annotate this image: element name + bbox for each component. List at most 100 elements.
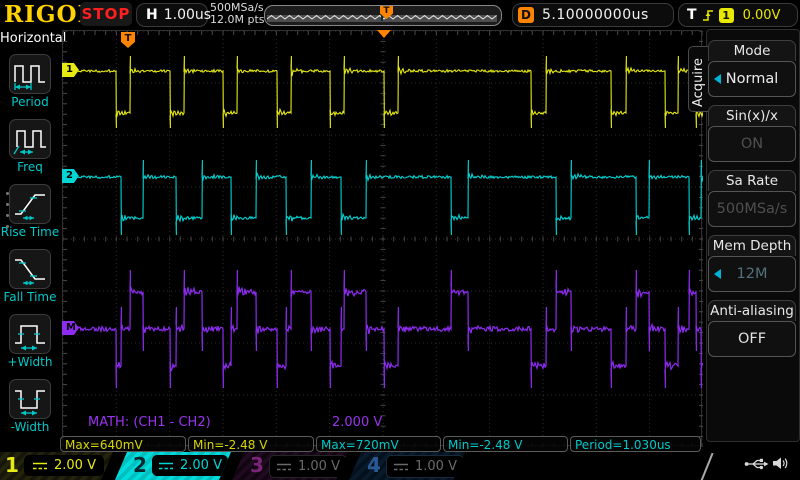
nwidth-label: -Width: [0, 420, 60, 434]
delay-label: D: [518, 7, 534, 23]
dc-coupling-icon: [276, 462, 292, 472]
mem-depth-value-button[interactable]: 12M: [708, 256, 796, 292]
menu-item-anti-aliasing[interactable]: Anti-aliasing OFF: [708, 300, 796, 357]
fall-time-button[interactable]: [9, 249, 51, 289]
channel-1-scale-box[interactable]: 2.00 V: [24, 455, 104, 476]
mode-value: Normal: [726, 71, 778, 87]
graticule: [62, 30, 702, 446]
dc-coupling-icon: [158, 461, 174, 471]
measure-item-nwidth[interactable]: -Width: [0, 379, 60, 434]
channel-3-scale: 1.00 V: [298, 459, 340, 474]
fall-time-icon: [12, 252, 48, 286]
menu-page-dot: [6, 203, 9, 206]
left-menu-title: Horizontal: [0, 31, 60, 46]
sa-rate-label: Sa Rate: [708, 170, 796, 191]
usb-icon: [744, 456, 770, 472]
horizontal-timebase-box[interactable]: H 1.00us: [136, 3, 208, 27]
measure-item-freq[interactable]: Freq: [0, 119, 60, 174]
nwidth-button[interactable]: [9, 379, 51, 419]
pwidth-label: +Width: [0, 355, 60, 369]
menu-item-sinx[interactable]: Sin(x)/x ON: [708, 105, 796, 162]
menu-item-sa-rate[interactable]: Sa Rate 500MSa/s: [708, 170, 796, 227]
oscilloscope-screen: RIGOL STOP H 1.00us 500MSa/s 12.0M pts T…: [0, 0, 800, 480]
pwidth-icon: [12, 317, 48, 351]
rise-time-label: Rise Time: [0, 225, 60, 239]
left-arrow-icon: [714, 74, 721, 84]
math-expression-label: MATH: (CH1 - CH2): [88, 415, 211, 430]
menu-item-mem-depth[interactable]: Mem Depth 12M: [708, 235, 796, 292]
nwidth-icon: [12, 382, 48, 416]
mem-depth-label: Mem Depth: [708, 235, 796, 256]
period-button[interactable]: [9, 54, 51, 94]
channel-2-number: 2: [133, 453, 147, 477]
bottom-bar-divider: [700, 453, 713, 480]
memory-position-bar[interactable]: T: [264, 5, 502, 26]
channel-4-scale: 1.00 V: [415, 459, 457, 474]
trigger-source-badge: 1: [719, 8, 734, 23]
channel-2-scale-box[interactable]: 2.00 V: [152, 455, 228, 476]
period-label: Period: [0, 95, 60, 109]
fall-time-label: Fall Time: [0, 290, 60, 304]
horizontal-label: H: [146, 7, 158, 23]
trigger-label: T: [687, 7, 697, 23]
period-icon: [12, 57, 48, 91]
pwidth-button[interactable]: [9, 314, 51, 354]
sa-rate-value-button[interactable]: 500MSa/s: [708, 191, 796, 227]
channel-1-number: 1: [5, 453, 19, 477]
menu-page-dot: [6, 192, 9, 195]
sinx-value: ON: [741, 136, 763, 152]
freq-label: Freq: [0, 160, 60, 174]
menu-page-dot: [6, 214, 9, 217]
mem-depth-value: 12M: [737, 266, 768, 282]
sinx-label: Sin(x)/x: [708, 105, 796, 126]
dc-coupling-icon: [393, 462, 409, 472]
sa-rate-value: 500MSa/s: [717, 201, 788, 217]
measure-item-rise-time[interactable]: Rise Time: [0, 184, 60, 239]
measure-item-pwidth[interactable]: +Width: [0, 314, 60, 369]
mode-label: Mode: [708, 40, 796, 61]
channel-1-scale: 2.00 V: [54, 458, 96, 473]
measurement-min-ch1: Min=-2.48 V: [188, 436, 314, 452]
measurement-max-ch2: Max=720mV: [316, 436, 441, 452]
channel-3-scale-box[interactable]: 1.00 V: [269, 455, 347, 478]
trigger-readout-box[interactable]: T 1 0.00V: [678, 3, 798, 27]
run-state-badge[interactable]: STOP: [80, 2, 132, 26]
delay-value: 5.10000000us: [542, 7, 649, 23]
dc-coupling-icon: [32, 461, 48, 471]
measurement-period-ch2: Period=1.030us: [570, 436, 701, 452]
math-scale-value: 2.000 V: [332, 415, 382, 430]
channel-3-number: 3: [250, 453, 264, 477]
channel-2-scale: 2.00 V: [180, 458, 222, 473]
menu-page-dot: [6, 225, 9, 228]
freq-icon: [12, 122, 48, 156]
menu-item-mode[interactable]: Mode Normal: [708, 40, 796, 97]
channel-3-block[interactable]: 3 1.00 V: [232, 452, 348, 480]
timebase-value: 1.00us: [164, 7, 211, 23]
channel-4-scale-box[interactable]: 1.00 V: [386, 455, 464, 478]
channel-4-number: 4: [367, 453, 381, 477]
channel-1-block[interactable]: 1 2.00 V: [0, 452, 113, 480]
measurement-max-ch1: Max=640mV: [60, 436, 186, 452]
measure-item-fall-time[interactable]: Fall Time: [0, 249, 60, 304]
rise-time-button[interactable]: [9, 184, 51, 224]
acquire-tab-label: Acquire: [691, 58, 706, 107]
waveform-display: [63, 31, 703, 447]
acquire-menu-tab[interactable]: Acquire: [688, 46, 708, 112]
anti-aliasing-value: OFF: [738, 331, 766, 347]
memory-points-value: 12.0M pts: [210, 14, 266, 26]
sinx-value-button[interactable]: ON: [708, 126, 796, 162]
channel-4-block[interactable]: 4 1.00 V: [349, 452, 465, 480]
freq-button[interactable]: [9, 119, 51, 159]
measure-item-period[interactable]: Period: [0, 54, 60, 109]
rise-time-icon: [12, 187, 48, 221]
measurement-min-ch2: Min=-2.48 V: [443, 436, 568, 452]
anti-aliasing-value-button[interactable]: OFF: [708, 321, 796, 357]
mode-value-button[interactable]: Normal: [708, 61, 796, 97]
sample-rate-readout: 500MSa/s 12.0M pts: [210, 2, 266, 26]
channel-2-block[interactable]: 2 2.00 V: [115, 452, 231, 480]
trigger-level-value: 0.00V: [743, 8, 781, 23]
speaker-icon: [772, 456, 789, 471]
delay-readout-box[interactable]: D 5.10000000us: [512, 3, 674, 27]
left-arrow-icon: [714, 269, 721, 279]
anti-aliasing-label: Anti-aliasing: [708, 300, 796, 321]
